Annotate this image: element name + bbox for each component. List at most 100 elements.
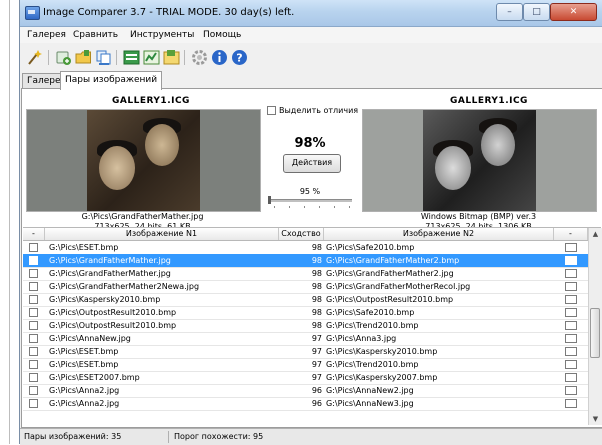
row-checkbox-right[interactable] bbox=[565, 373, 577, 382]
table-row[interactable]: G:\Pics\GrandFatherMather.jpg 98 G:\Pics\G… bbox=[23, 267, 588, 281]
table-row[interactable]: G:\Pics\Kaspersky2010.bmp 98 G:\Pics\Outpo… bbox=[23, 293, 588, 307]
scroll-thumb[interactable] bbox=[590, 308, 600, 358]
row-checkbox-left[interactable] bbox=[29, 269, 38, 278]
table-row[interactable]: G:\Pics\ESET.bmp 97 G:\Pics\Kaspersky2010.… bbox=[23, 345, 588, 359]
status-threshold: Порог похожести: 95 bbox=[174, 432, 264, 441]
table-row[interactable]: G:\Pics\GrandFatherMather.jpg 98 G:\Pics\G… bbox=[23, 254, 588, 268]
table-row[interactable]: G:\Pics\Anna2.jpg 96 G:\Pics\AnnaNew2.jpg bbox=[23, 384, 588, 398]
image-pairs-panel: GALLERY1.ICG G:\Pics\GrandFatherMather.j… bbox=[21, 88, 602, 428]
folder-add-icon[interactable] bbox=[75, 49, 92, 66]
row-checkbox-right[interactable] bbox=[565, 243, 577, 252]
table-row[interactable]: G:\Pics\ESET.bmp 98 G:\Pics\Safe2010.bmp bbox=[23, 241, 588, 255]
row-checkbox-right[interactable] bbox=[565, 295, 577, 304]
scroll-up-icon[interactable]: ▲ bbox=[589, 228, 602, 240]
row-checkbox-left[interactable] bbox=[29, 399, 38, 408]
face-shape bbox=[99, 146, 135, 190]
highlight-diff-label[interactable]: Выделить отличия bbox=[279, 106, 358, 115]
table-row[interactable]: G:\Pics\Anna2.jpg 96 G:\Pics\AnnaNew3.jpg bbox=[23, 397, 588, 411]
menu-compare[interactable]: Сравнить bbox=[73, 30, 118, 40]
menu-gallery[interactable]: Галерея bbox=[27, 30, 66, 40]
results-icon[interactable] bbox=[143, 49, 160, 66]
title-bar[interactable]: Image Comparer 3.7 - TRIAL MODE. 30 day(… bbox=[20, 0, 602, 27]
row-checkbox-right[interactable] bbox=[565, 360, 577, 369]
row-checkbox-left[interactable] bbox=[29, 386, 38, 395]
row-checkbox-right[interactable] bbox=[565, 334, 577, 343]
row-image2-path: G:\Pics\Anna3.jpg bbox=[326, 334, 397, 343]
table-row[interactable]: G:\Pics\OutpostResult2010.bmp 98 G:\Pics\T… bbox=[23, 319, 588, 333]
close-button[interactable]: ✕ bbox=[550, 3, 597, 21]
row-checkbox-left[interactable] bbox=[29, 295, 38, 304]
table-row[interactable]: G:\Pics\GrandFatherMather2Newa.jpg 98 G:\P… bbox=[23, 280, 588, 294]
actions-button[interactable]: Действия bbox=[283, 154, 341, 173]
row-checkbox-left[interactable] bbox=[29, 360, 38, 369]
toolbar-separator bbox=[116, 50, 117, 65]
export-icon[interactable] bbox=[163, 49, 180, 66]
threshold-slider[interactable] bbox=[268, 199, 352, 202]
table-row[interactable]: G:\Pics\ESET.bmp 97 G:\Pics\Trend2010.bmp bbox=[23, 358, 588, 372]
status-bar: Пары изображений: 35 Порог похожести: 95 bbox=[20, 428, 602, 445]
menu-help[interactable]: Помощь bbox=[203, 30, 241, 40]
help-icon[interactable]: ? bbox=[231, 49, 248, 66]
copy-files-icon[interactable] bbox=[95, 49, 112, 66]
left-image-preview[interactable] bbox=[26, 109, 261, 212]
row-checkbox-left[interactable] bbox=[29, 282, 38, 291]
row-checkbox-left[interactable] bbox=[29, 373, 38, 382]
row-image1-path: G:\Pics\ESET.bmp bbox=[49, 243, 119, 252]
row-image2-path: G:\Pics\OutpostResult2010.bmp bbox=[326, 295, 454, 304]
row-checkbox-right[interactable] bbox=[565, 386, 577, 395]
menu-tools[interactable]: Инструменты bbox=[130, 30, 194, 40]
table-row[interactable]: G:\Pics\ESET2007.bmp 97 G:\Pics\Kaspersky2… bbox=[23, 371, 588, 385]
tab-image-pairs[interactable]: Пары изображений bbox=[60, 71, 163, 90]
row-checkbox-left[interactable] bbox=[29, 321, 38, 330]
threshold-slider-thumb[interactable] bbox=[268, 196, 271, 204]
slider-tick bbox=[304, 206, 305, 208]
highlight-diff-checkbox[interactable] bbox=[267, 106, 276, 115]
menu-bar: Галерея Сравнить Инструменты Помощь bbox=[20, 27, 602, 43]
status-pairs-count: Пары изображений: 35 bbox=[24, 432, 122, 441]
minimize-button[interactable]: – bbox=[496, 3, 523, 21]
column-header-similarity[interactable]: Сходство bbox=[279, 228, 324, 240]
row-checkbox-left[interactable] bbox=[29, 334, 38, 343]
similarity-value: 98% bbox=[294, 136, 326, 151]
column-header-image2[interactable]: Изображение N2 bbox=[324, 228, 554, 240]
info-icon[interactable] bbox=[211, 49, 228, 66]
table-row[interactable]: G:\Pics\AnnaNew.jpg 97 G:\Pics\Anna3.jpg bbox=[23, 332, 588, 346]
compare-icon[interactable] bbox=[123, 49, 140, 66]
column-header-check2[interactable]: - bbox=[554, 228, 588, 240]
slider-tick bbox=[274, 206, 275, 208]
table-row[interactable]: G:\Pics\OutpostResult2010.bmp 98 G:\Pics\S… bbox=[23, 306, 588, 320]
row-checkbox-left[interactable] bbox=[29, 347, 38, 356]
wand-icon[interactable] bbox=[26, 49, 43, 66]
right-image-preview[interactable] bbox=[362, 109, 597, 212]
maximize-button[interactable]: □ bbox=[523, 3, 550, 21]
left-image-path: G:\Pics\GrandFatherMather.jpg bbox=[81, 212, 204, 221]
row-checkbox-right[interactable] bbox=[565, 347, 577, 356]
row-checkbox-left[interactable] bbox=[29, 308, 38, 317]
toolbar-separator bbox=[48, 50, 49, 65]
row-image1-path: G:\Pics\GrandFatherMather.jpg bbox=[49, 256, 171, 265]
row-checkbox-right[interactable] bbox=[565, 321, 577, 330]
row-checkbox-left[interactable] bbox=[29, 243, 38, 252]
scroll-down-icon[interactable]: ▼ bbox=[589, 413, 602, 425]
add-images-icon[interactable] bbox=[55, 49, 72, 66]
row-similarity: 98 bbox=[311, 295, 322, 304]
app-window: Image Comparer 3.7 - TRIAL MODE. 30 day(… bbox=[19, 0, 602, 445]
face-shape bbox=[481, 124, 515, 166]
row-checkbox-right[interactable] bbox=[565, 269, 577, 278]
compare-controls: Выделить отличия 98% Действия 95 % bbox=[264, 103, 358, 218]
right-gallery-title: GALLERY1.ICG bbox=[450, 96, 528, 106]
settings-icon[interactable] bbox=[191, 49, 208, 66]
vertical-scrollbar[interactable]: ▲ ▼ bbox=[588, 228, 602, 425]
row-checkbox-left[interactable] bbox=[29, 256, 38, 265]
row-checkbox-right[interactable] bbox=[565, 399, 577, 408]
row-checkbox-right[interactable] bbox=[565, 282, 577, 291]
column-header-check1[interactable]: - bbox=[23, 228, 45, 240]
row-image2-path: G:\Pics\AnnaNew2.jpg bbox=[326, 386, 414, 395]
row-checkbox-right[interactable] bbox=[565, 256, 577, 265]
row-checkbox-right[interactable] bbox=[565, 308, 577, 317]
slider-tick bbox=[334, 206, 335, 208]
face-shape bbox=[145, 124, 179, 166]
table-body: G:\Pics\ESET.bmp 98 G:\Pics\Safe2010.bmp G:… bbox=[23, 241, 588, 425]
column-header-image1[interactable]: Изображение N1 bbox=[45, 228, 279, 240]
row-similarity: 97 bbox=[311, 334, 322, 343]
